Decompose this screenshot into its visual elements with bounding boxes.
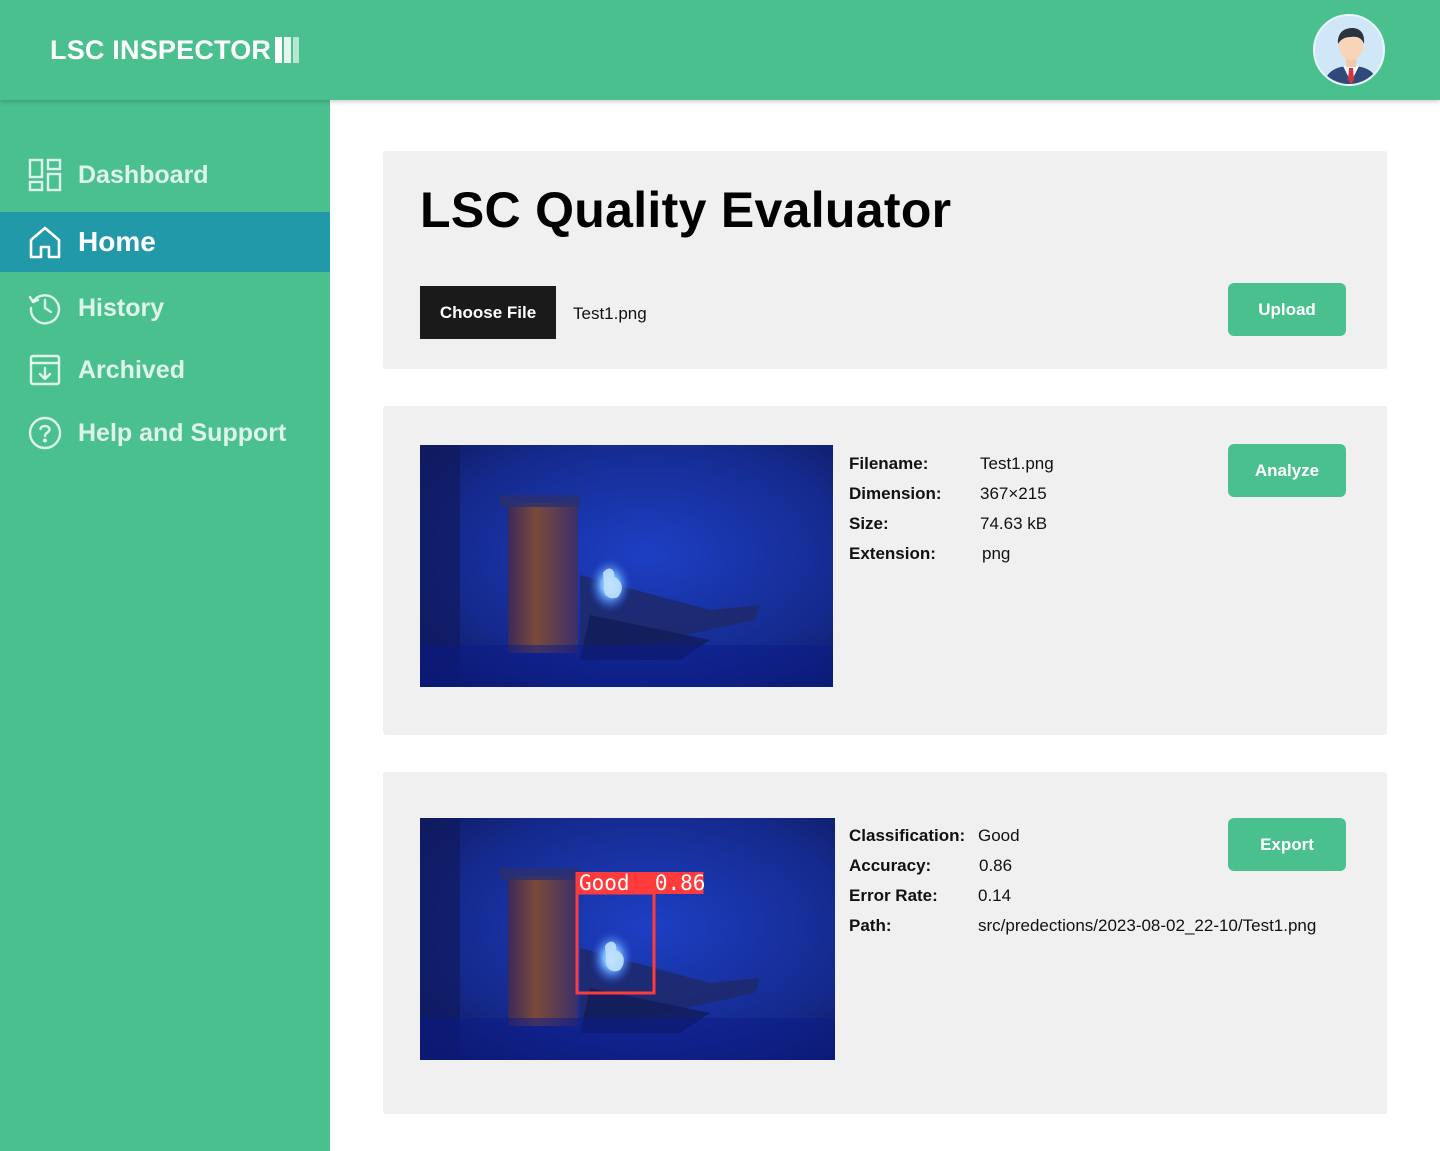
history-icon xyxy=(28,291,62,325)
sidebar-item-help[interactable]: Help and Support xyxy=(0,403,330,463)
detection-label: Good 0.86 xyxy=(579,871,705,895)
upload-button[interactable]: Upload xyxy=(1228,283,1346,336)
analyze-button[interactable]: Analyze xyxy=(1228,444,1346,497)
sidebar-item-history[interactable]: History xyxy=(0,278,330,338)
info-label: Filename: xyxy=(849,454,929,473)
preview-card: Filename: Test1.png Dimension: 367×215 S… xyxy=(383,406,1387,735)
info-value: Test1.png xyxy=(980,454,1054,473)
info-value: src/predections/2023-08-02_22-10/Test1.p… xyxy=(978,916,1317,935)
export-button[interactable]: Export xyxy=(1228,818,1346,871)
archive-icon xyxy=(28,353,62,387)
info-value: 74.63 kB xyxy=(980,514,1048,533)
page-title: LSC Quality Evaluator xyxy=(420,182,952,238)
info-label: Error Rate: xyxy=(849,886,938,905)
sidebar-item-dashboard[interactable]: Dashboard xyxy=(0,145,330,205)
home-icon xyxy=(28,225,62,259)
info-label: Accuracy: xyxy=(849,856,932,875)
user-avatar-icon[interactable] xyxy=(1313,14,1385,86)
app-logo[interactable]: LSC INSPECTOR xyxy=(50,34,301,66)
logo-text: LSC INSPECTOR xyxy=(50,34,272,65)
help-icon xyxy=(28,416,62,450)
sidebar: Dashboard Home History Archived Help and… xyxy=(0,100,330,1151)
sidebar-item-label: Home xyxy=(78,226,156,257)
selected-file-name: Test1.png xyxy=(573,304,647,323)
info-label: Extension: xyxy=(849,544,936,563)
uploaded-image-preview xyxy=(420,445,833,687)
top-bar: LSC INSPECTOR xyxy=(0,0,1440,100)
dashboard-icon xyxy=(28,158,62,192)
info-value: Good xyxy=(978,826,1020,845)
info-label: Size: xyxy=(849,514,889,533)
upload-card: LSC Quality Evaluator Choose File Test1.… xyxy=(383,151,1387,369)
result-card: Good 0.86 Classification: Good Accuracy:… xyxy=(383,772,1387,1114)
choose-file-button[interactable]: Choose File xyxy=(420,286,556,339)
sidebar-item-label: Archived xyxy=(78,355,185,384)
sidebar-item-label: Dashboard xyxy=(78,160,209,189)
sidebar-item-home[interactable]: Home xyxy=(0,212,330,272)
info-value: 0.14 xyxy=(978,886,1012,905)
info-label: Classification: xyxy=(849,826,966,845)
info-value: 367×215 xyxy=(980,484,1047,503)
sidebar-item-archived[interactable]: Archived xyxy=(0,340,330,400)
info-value: 0.86 xyxy=(979,856,1013,875)
sidebar-item-label: History xyxy=(78,293,165,322)
info-value: png xyxy=(982,544,1011,563)
info-label: Dimension: xyxy=(849,484,942,503)
info-label: Path: xyxy=(849,916,892,935)
analyzed-image-preview: Good 0.86 xyxy=(420,818,835,1060)
logo-bars-icon xyxy=(275,37,301,63)
sidebar-item-label: Help and Support xyxy=(78,418,287,447)
